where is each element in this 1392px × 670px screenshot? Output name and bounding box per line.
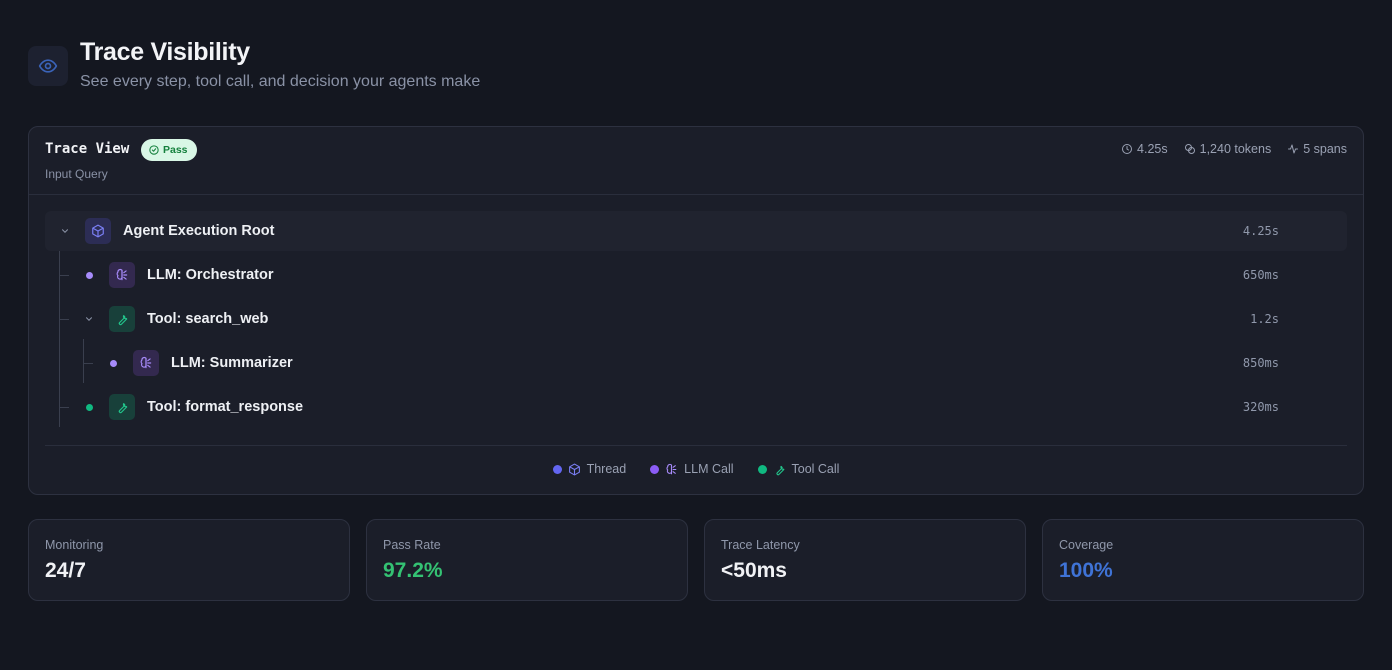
metric-value: <50ms bbox=[721, 559, 787, 582]
metric-value: 97.2% bbox=[383, 559, 443, 582]
metric-value: 24/7 bbox=[45, 559, 86, 582]
status-badge: Pass bbox=[141, 139, 197, 161]
metric-label: Trace Latency bbox=[721, 538, 800, 552]
span-row-root[interactable]: Agent Execution Root 4.25s bbox=[45, 211, 1347, 251]
span-duration: 850ms bbox=[1242, 356, 1279, 370]
legend-dot bbox=[650, 464, 660, 474]
legend-label: LLM Call bbox=[684, 462, 734, 476]
legend-label: Tool Call bbox=[791, 462, 840, 476]
span-label: LLM: Summarizer bbox=[171, 355, 293, 371]
status-dot bbox=[110, 360, 117, 367]
legend-dot bbox=[757, 464, 767, 474]
cube-icon bbox=[568, 463, 580, 475]
hero-icon-box bbox=[28, 46, 68, 86]
legend-label: Thread bbox=[586, 462, 627, 476]
metric-label: Monitoring bbox=[45, 538, 104, 552]
trace-input-label: Input Query bbox=[45, 167, 108, 181]
chevron-down-icon[interactable] bbox=[82, 312, 96, 326]
legend: Thread LLM Call Tool Call bbox=[29, 462, 1363, 476]
stat-duration: 4.25s bbox=[1121, 142, 1168, 156]
metric-card-monitoring: Monitoring 24/7 bbox=[28, 519, 350, 601]
span-row-llm-summarizer[interactable]: LLM: Summarizer 850ms bbox=[45, 343, 1347, 383]
activity-icon bbox=[1288, 144, 1299, 154]
trace-view-header: Trace View Pass Input Query 4.25s 1,240 … bbox=[29, 127, 1363, 195]
wrench-icon bbox=[109, 394, 135, 420]
span-duration: 1.2s bbox=[1250, 312, 1279, 326]
stat-duration-value: 4.25s bbox=[1137, 142, 1168, 156]
status-badge-label: Pass bbox=[163, 144, 188, 156]
span-label: LLM: Orchestrator bbox=[147, 267, 274, 283]
status-dot bbox=[86, 404, 93, 411]
brain-icon bbox=[133, 350, 159, 376]
span-label: Tool: format_response bbox=[147, 399, 304, 415]
wrench-icon bbox=[775, 465, 784, 475]
page-subtitle: See every step, tool call, and decision … bbox=[80, 73, 481, 90]
divider bbox=[45, 445, 1347, 446]
stat-tokens-value: 1,240 tokens bbox=[1199, 142, 1272, 156]
metric-card-coverage: Coverage 100% bbox=[1042, 519, 1364, 601]
span-duration: 320ms bbox=[1242, 400, 1279, 414]
stat-spans: 5 spans bbox=[1287, 142, 1347, 156]
span-row-tool-format-response[interactable]: Tool: format_response 320ms bbox=[45, 387, 1347, 427]
span-duration: 4.25s bbox=[1242, 224, 1279, 238]
metric-card-trace-latency: Trace Latency <50ms bbox=[704, 519, 1026, 601]
metric-value: 100% bbox=[1059, 559, 1113, 582]
span-label: Tool: search_web bbox=[147, 311, 269, 327]
stat-spans-value: 5 spans bbox=[1303, 142, 1347, 156]
trace-stats: 4.25s 1,240 tokens 5 spans bbox=[1121, 142, 1347, 156]
wrench-icon bbox=[109, 306, 135, 332]
metric-label: Pass Rate bbox=[383, 538, 441, 552]
brain-icon bbox=[109, 262, 135, 288]
trace-view-title: Trace View bbox=[45, 141, 130, 157]
legend-dot bbox=[552, 464, 562, 474]
legend-item-llm-call: LLM Call bbox=[650, 462, 734, 476]
metric-label: Coverage bbox=[1059, 538, 1114, 552]
legend-item-tool-call: Tool Call bbox=[757, 462, 840, 476]
metric-card-pass-rate: Pass Rate 97.2% bbox=[366, 519, 688, 601]
trace-view-panel: Trace View Pass Input Query 4.25s 1,240 … bbox=[28, 126, 1364, 495]
check-circle-icon bbox=[149, 145, 159, 155]
legend-item-thread: Thread bbox=[552, 462, 627, 476]
brain-icon bbox=[666, 463, 677, 474]
eye-icon bbox=[38, 59, 58, 73]
stat-tokens: 1,240 tokens bbox=[1184, 142, 1272, 156]
span-row-llm-orchestrator[interactable]: LLM: Orchestrator 650ms bbox=[45, 255, 1347, 295]
status-dot bbox=[86, 272, 93, 279]
span-duration: 650ms bbox=[1242, 268, 1279, 282]
page-title: Trace Visibility bbox=[80, 38, 250, 66]
span-row-tool-search-web[interactable]: Tool: search_web 1.2s bbox=[45, 299, 1347, 339]
coins-icon bbox=[1184, 144, 1195, 154]
clock-icon bbox=[1122, 144, 1133, 154]
